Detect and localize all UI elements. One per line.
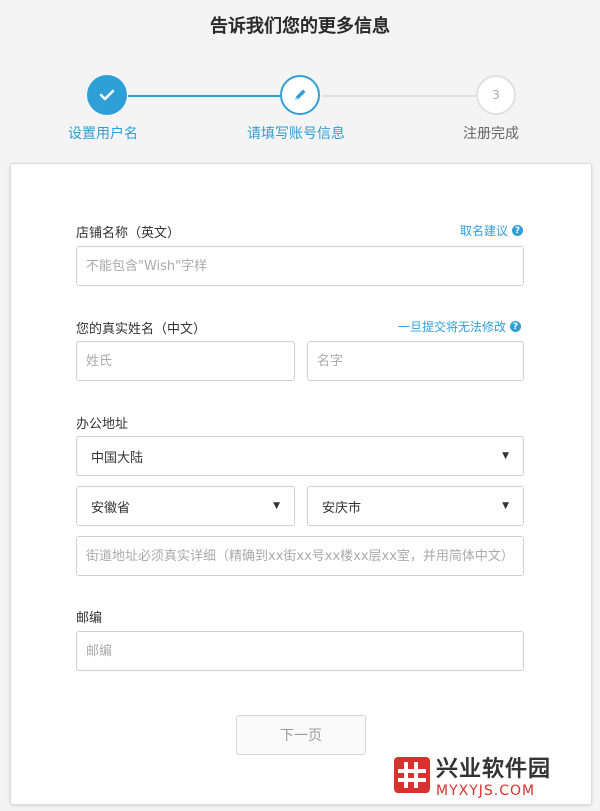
step-1-indicator bbox=[87, 75, 127, 115]
street-address-input[interactable] bbox=[76, 536, 524, 576]
pencil-icon bbox=[295, 89, 306, 100]
page-title: 告诉我们您的更多信息 bbox=[210, 16, 390, 37]
watermark: 兴业软件园 MYXYJS.COM bbox=[394, 744, 600, 806]
store-name-help-text: 取名建议 bbox=[460, 224, 509, 238]
next-page-button[interactable]: 下一页 bbox=[236, 715, 366, 755]
province-select[interactable]: 安徽省 ▼ bbox=[76, 486, 295, 526]
postal-code-label: 邮编 bbox=[76, 611, 103, 626]
store-name-label: 店铺名称（英文） bbox=[76, 226, 181, 241]
caret-down-icon: ▼ bbox=[273, 501, 280, 511]
question-icon: ? bbox=[512, 225, 524, 236]
question-icon: ? bbox=[510, 321, 522, 332]
step-3-label: 注册完成 bbox=[463, 126, 519, 142]
postal-code-input[interactable] bbox=[76, 631, 524, 671]
surname-input[interactable] bbox=[76, 341, 295, 381]
progress-line-pending bbox=[322, 95, 476, 97]
watermark-en: MYXYJS.COM bbox=[436, 783, 536, 799]
step-2-indicator bbox=[280, 75, 320, 115]
step-1-label: 设置用户名 bbox=[68, 126, 138, 142]
address-label: 办公地址 bbox=[76, 417, 129, 432]
check-icon bbox=[99, 89, 115, 101]
real-name-label: 您的真实姓名（中文） bbox=[76, 322, 207, 337]
province-select-value: 安徽省 bbox=[91, 500, 131, 516]
country-select[interactable]: 中国大陆 ▼ bbox=[76, 436, 524, 476]
store-name-input[interactable] bbox=[76, 246, 524, 286]
progress-line-complete bbox=[128, 95, 280, 97]
caret-down-icon: ▼ bbox=[502, 501, 509, 511]
step-3-number: 3 bbox=[492, 88, 500, 102]
caret-down-icon: ▼ bbox=[502, 451, 509, 461]
city-select-value: 安庆市 bbox=[322, 500, 362, 516]
city-select[interactable]: 安庆市 ▼ bbox=[307, 486, 524, 526]
watermark-cn: 兴业软件园 bbox=[436, 757, 552, 782]
watermark-text: 兴业软件园 MYXYJS.COM bbox=[436, 751, 551, 799]
watermark-logo-icon bbox=[394, 757, 430, 793]
store-name-help-link[interactable]: 取名建议 ? bbox=[460, 222, 524, 239]
step-3-indicator: 3 bbox=[476, 75, 516, 115]
real-name-help-text: 一旦提交将无法修改 bbox=[398, 320, 507, 334]
real-name-help-link[interactable]: 一旦提交将无法修改 ? bbox=[398, 318, 522, 335]
given-name-input[interactable] bbox=[307, 341, 524, 381]
step-2-label: 请填写账号信息 bbox=[247, 126, 345, 142]
country-select-value: 中国大陆 bbox=[91, 450, 144, 466]
registration-form-card: 店铺名称（英文） 取名建议 ? 您的真实姓名（中文） 一旦提交将无法修改 ? 办… bbox=[10, 163, 592, 805]
